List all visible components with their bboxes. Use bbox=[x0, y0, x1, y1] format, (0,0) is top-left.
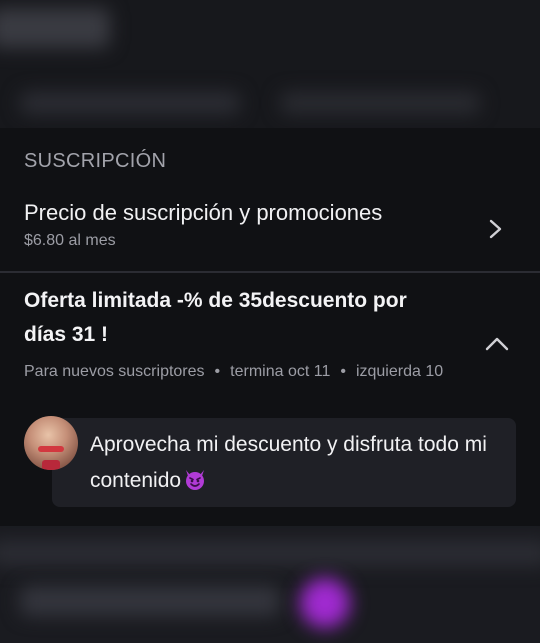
chevron-right-icon bbox=[489, 219, 502, 239]
promo-message-bubble: Aprovecha mi descuento y disfruta todo m… bbox=[52, 418, 516, 507]
chevron-up-icon[interactable] bbox=[484, 334, 510, 354]
blurred-footer-area bbox=[0, 526, 540, 643]
offer-audience: Para nuevos suscriptores bbox=[24, 363, 205, 380]
smiling-devil-icon bbox=[186, 470, 205, 490]
subscription-price-row[interactable]: Precio de suscripción y promociones $6.8… bbox=[0, 194, 540, 272]
subscription-panel: SUSCRIPCIÓN Precio de suscripción y prom… bbox=[0, 128, 540, 526]
price-row-subtitle: $6.80 al mes bbox=[24, 232, 116, 249]
promo-message-text: Aprovecha mi descuento y disfruta todo m… bbox=[90, 433, 487, 492]
offer-meta: Para nuevos suscriptores • termina oct 11 •… bbox=[24, 360, 494, 383]
blurred-header-area bbox=[0, 0, 540, 128]
offer-title: Oferta limitada -% de 35descuento por dí… bbox=[24, 289, 407, 346]
divider bbox=[0, 271, 540, 273]
price-row-title: Precio de suscripción y promociones bbox=[24, 200, 383, 225]
section-title: SUSCRIPCIÓN bbox=[24, 150, 167, 172]
creator-avatar[interactable] bbox=[24, 416, 78, 470]
offer-end-date: termina oct 11 bbox=[230, 363, 331, 380]
separator-dot: • bbox=[340, 363, 346, 380]
separator-dot: • bbox=[214, 363, 221, 380]
offer-remaining: izquierda 10 bbox=[355, 363, 444, 380]
promo-message: Aprovecha mi descuento y disfruta todo m… bbox=[90, 427, 510, 499]
